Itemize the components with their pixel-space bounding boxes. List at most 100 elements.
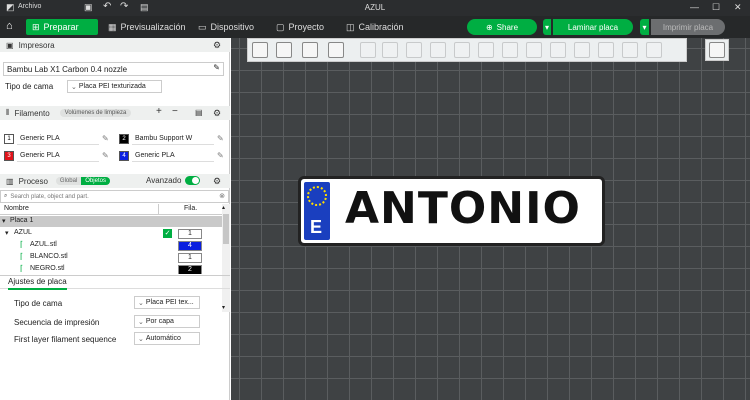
- add-filament-icon[interactable]: +: [156, 106, 162, 117]
- close-icon[interactable]: ✕: [734, 2, 742, 13]
- license-plate-model[interactable]: E ANTONIO: [298, 176, 605, 246]
- view-settings-icon: [709, 42, 725, 58]
- edit-icon[interactable]: ✎: [217, 134, 224, 143]
- text-tool-icon[interactable]: [646, 42, 662, 58]
- filament-settings-gear-icon[interactable]: ⚙: [213, 108, 221, 119]
- split-parts-icon[interactable]: [382, 42, 398, 58]
- project-icon: ▢: [276, 21, 285, 32]
- seam-paint-icon[interactable]: [598, 42, 614, 58]
- advanced-label: Avanzado: [146, 176, 182, 185]
- arrange-icon[interactable]: [328, 42, 344, 58]
- add-plate-icon[interactable]: [276, 42, 292, 58]
- viewport-toolbar: [247, 38, 687, 62]
- filament-swatch[interactable]: 2: [119, 134, 129, 144]
- objects-toggle[interactable]: Objetos: [81, 177, 110, 185]
- filament-swatch[interactable]: 3: [4, 151, 14, 161]
- tab-preview[interactable]: ▦ Previsualización: [102, 19, 192, 35]
- printer-select[interactable]: Bambu Lab X1 Carbon 0.4 nozzle ✎: [3, 62, 224, 76]
- printer-section-header: ▣ Impresora ⚙: [0, 38, 230, 52]
- filament-cell[interactable]: 4: [178, 241, 202, 251]
- process-settings-gear-icon[interactable]: ⚙: [213, 176, 221, 187]
- scroll-up-icon[interactable]: ▴: [222, 204, 225, 211]
- filament-slot-4[interactable]: 4 Generic PLA ✎: [119, 150, 229, 162]
- share-label: Share: [496, 22, 519, 32]
- print-sequence-select[interactable]: ⌄ Por capa: [134, 315, 200, 328]
- view-settings-button[interactable]: [705, 39, 729, 61]
- add-object-icon[interactable]: [252, 42, 268, 58]
- lay-on-face-icon[interactable]: [526, 42, 542, 58]
- slice-dropdown-icon[interactable]: ▾: [543, 19, 551, 35]
- home-icon[interactable]: ⌂: [6, 20, 13, 32]
- rotate-icon[interactable]: [478, 42, 494, 58]
- filament-select[interactable]: Generic PLA: [17, 133, 99, 145]
- plate-row[interactable]: ▾ Placa 1: [0, 216, 222, 227]
- filament-swatch[interactable]: 4: [119, 151, 129, 161]
- filament-select[interactable]: Bambu Support W: [132, 133, 214, 145]
- printer-name: Bambu Lab X1 Carbon 0.4 nozzle: [7, 64, 128, 74]
- flushing-volumes-button[interactable]: Volúmenes de limpieza: [59, 109, 132, 117]
- cut-icon[interactable]: [550, 42, 566, 58]
- printer-settings-gear-icon[interactable]: ⚙: [213, 40, 221, 51]
- support-paint-icon[interactable]: [574, 42, 590, 58]
- object-search-input[interactable]: ⌕ Search plate, object and part. ⊗: [0, 190, 229, 203]
- part-name: NEGRO.stl: [30, 265, 65, 272]
- minimize-icon[interactable]: —: [690, 2, 699, 12]
- global-toggle[interactable]: Global: [55, 177, 82, 185]
- part-row[interactable]: ⌈ NEGRO.stl 2: [0, 264, 222, 274]
- chevron-down-icon: ⌄: [138, 318, 144, 326]
- slice-plate-button[interactable]: Laminar placa: [553, 19, 633, 35]
- advanced-switch[interactable]: [185, 176, 200, 185]
- color-paint-icon[interactable]: [622, 42, 638, 58]
- object-list-scrollbar[interactable]: ▴ ▾: [222, 204, 230, 312]
- bed-type-select[interactable]: ⌄ Placa PEI texturizada: [67, 80, 162, 93]
- remove-filament-icon[interactable]: −: [172, 106, 178, 117]
- scale-icon[interactable]: [502, 42, 518, 58]
- share-button[interactable]: ⊕ Share: [467, 19, 537, 35]
- scrollbar-thumb[interactable]: [223, 214, 229, 244]
- move-icon[interactable]: [454, 42, 470, 58]
- clear-search-icon[interactable]: ⊗: [219, 192, 225, 200]
- edit-icon[interactable]: ✎: [213, 63, 220, 72]
- print-plate-button[interactable]: Imprimir placa: [651, 19, 725, 35]
- tab-device[interactable]: ▭ Dispositivo: [192, 19, 260, 35]
- filament-sync-icon[interactable]: ▤: [195, 108, 203, 117]
- eu-band: E: [304, 182, 330, 240]
- filament-slot-2[interactable]: 2 Bambu Support W ✎: [119, 133, 229, 145]
- checkbox[interactable]: ✓: [163, 229, 172, 238]
- part-row[interactable]: ⌈ BLANCO.stl 1: [0, 252, 222, 264]
- filament-slot-1[interactable]: 1 Generic PLA ✎: [4, 133, 114, 145]
- filament-icon: ⦀: [6, 108, 10, 117]
- tab-prepare[interactable]: ⊞ Preparar: [26, 19, 98, 35]
- edit-icon[interactable]: ✎: [217, 151, 224, 160]
- collapse-icon[interactable]: ▾: [5, 229, 9, 237]
- first-layer-sequence-select[interactable]: ⌄ Automático: [134, 332, 200, 345]
- tab-calibration[interactable]: ◫ Calibración: [340, 19, 410, 35]
- edit-icon[interactable]: ✎: [102, 151, 109, 160]
- split-objects-icon[interactable]: [360, 42, 376, 58]
- tab-project[interactable]: ▢ Proyecto: [270, 19, 330, 35]
- plate-text: ANTONIO: [345, 183, 581, 234]
- plate-settings-tab[interactable]: Ajustes de placa: [8, 277, 67, 290]
- layers-editing-icon[interactable]: [406, 42, 422, 58]
- bed-type-plate-select[interactable]: ⌄ Placa PEI tex...: [134, 296, 200, 309]
- setting-label: First layer filament sequence: [14, 335, 117, 344]
- filament-cell[interactable]: 2: [178, 265, 202, 274]
- object-row[interactable]: ▾ AZUL ✓ 1: [0, 228, 222, 240]
- country-letter: E: [310, 217, 323, 237]
- col-name: Nombre: [4, 205, 29, 212]
- filament-select[interactable]: Generic PLA: [132, 150, 214, 162]
- edit-icon[interactable]: ✎: [102, 134, 109, 143]
- filament-slot-3[interactable]: 3 Generic PLA ✎: [4, 150, 114, 162]
- filament-cell[interactable]: 1: [178, 229, 202, 239]
- auto-orient-icon[interactable]: [302, 42, 318, 58]
- part-name: BLANCO.stl: [30, 253, 68, 260]
- filament-swatch[interactable]: 1: [4, 134, 14, 144]
- print-dropdown-icon[interactable]: ▾: [640, 19, 649, 35]
- variable-layer-icon[interactable]: [430, 42, 446, 58]
- filament-select[interactable]: Generic PLA: [17, 150, 99, 162]
- maximize-icon[interactable]: ☐: [712, 2, 720, 13]
- part-row[interactable]: ⌈ AZUL.stl 4: [0, 240, 222, 252]
- filament-cell[interactable]: 1: [178, 253, 202, 263]
- collapse-icon[interactable]: ▾: [2, 217, 6, 225]
- scroll-down-icon[interactable]: ▾: [222, 304, 225, 311]
